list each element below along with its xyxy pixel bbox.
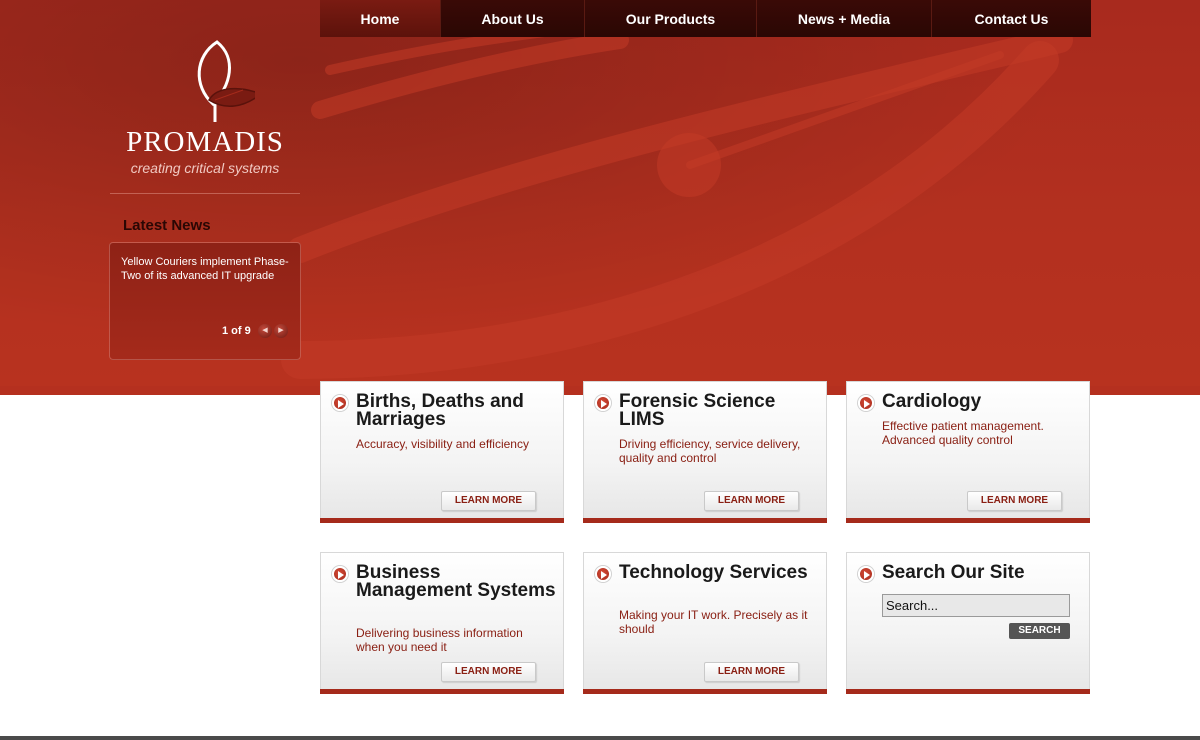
- card-description: Delivering business information when you…: [356, 626, 523, 654]
- card-search-site: Search Our Site SEARCH: [846, 552, 1090, 694]
- card-description: Making your IT work. Precisely as it sho…: [619, 608, 808, 636]
- search-input[interactable]: [882, 594, 1070, 617]
- logo-tagline: creating critical systems: [130, 160, 280, 176]
- card-description: Driving efficiency, service delivery, qu…: [619, 437, 801, 465]
- card-bottom-bar: [583, 518, 827, 523]
- nav-contact-us[interactable]: Contact Us: [932, 0, 1091, 37]
- search-button[interactable]: SEARCH: [1009, 623, 1070, 639]
- main-nav: Home About Us Our Products News + Media …: [320, 0, 1091, 37]
- card-technology-services: Technology Services Making your IT work.…: [583, 552, 827, 694]
- card-births-deaths-marriages: Births, Deaths and Marriages Accuracy, v…: [320, 381, 564, 523]
- card-title: Technology Services: [619, 562, 808, 583]
- learn-more-button[interactable]: LEARN MORE: [967, 491, 1062, 511]
- news-headline-link[interactable]: Yellow Couriers implement Phase-Two of i…: [121, 255, 296, 283]
- logo-wordmark: PROMADIS: [126, 126, 284, 158]
- play-arrow-icon: [595, 395, 611, 411]
- nav-news-media[interactable]: News + Media: [757, 0, 932, 37]
- card-title: Business Management Systems: [356, 562, 556, 601]
- next-news-icon[interactable]: ▶: [274, 324, 288, 338]
- card-description: Accuracy, visibility and efficiency: [356, 437, 529, 451]
- card-bottom-bar: [320, 518, 564, 523]
- card-forensic-science-lims: Forensic Science LIMS Driving efficiency…: [583, 381, 827, 523]
- prev-news-icon[interactable]: ◀: [258, 324, 272, 338]
- search-title: Search Our Site: [882, 562, 1025, 583]
- play-arrow-icon: [332, 395, 348, 411]
- card-title: Cardiology: [882, 391, 982, 412]
- card-cardiology: Cardiology Effective patient management.…: [846, 381, 1090, 523]
- card-business-management-systems: Business Management Systems Delivering b…: [320, 552, 564, 694]
- learn-more-button[interactable]: LEARN MORE: [441, 662, 536, 682]
- card-bottom-bar: [846, 689, 1090, 694]
- footer-line: [0, 736, 1200, 740]
- play-arrow-icon: [858, 395, 874, 411]
- site-logo[interactable]: PROMADIS creating critical systems: [110, 38, 300, 178]
- nav-about-us[interactable]: About Us: [441, 0, 585, 37]
- latest-news-heading: Latest News: [123, 217, 211, 234]
- leaf-logo-icon: [197, 40, 255, 122]
- card-description: Effective patient management. Advanced q…: [882, 419, 1044, 447]
- learn-more-button[interactable]: LEARN MORE: [704, 491, 799, 511]
- learn-more-button[interactable]: LEARN MORE: [704, 662, 799, 682]
- play-arrow-icon: [332, 566, 348, 582]
- play-arrow-icon: [858, 566, 874, 582]
- sidebar-divider: [110, 193, 300, 194]
- nav-our-products[interactable]: Our Products: [585, 0, 757, 37]
- card-bottom-bar: [583, 689, 827, 694]
- card-title: Forensic Science LIMS: [619, 391, 776, 430]
- latest-news-box: Yellow Couriers implement Phase-Two of i…: [109, 242, 301, 360]
- card-bottom-bar: [320, 689, 564, 694]
- learn-more-button[interactable]: LEARN MORE: [441, 491, 536, 511]
- nav-home[interactable]: Home: [320, 0, 441, 37]
- news-pager-count: 1 of 9: [222, 325, 251, 337]
- card-title: Births, Deaths and Marriages: [356, 391, 524, 430]
- card-bottom-bar: [846, 518, 1090, 523]
- play-arrow-icon: [595, 566, 611, 582]
